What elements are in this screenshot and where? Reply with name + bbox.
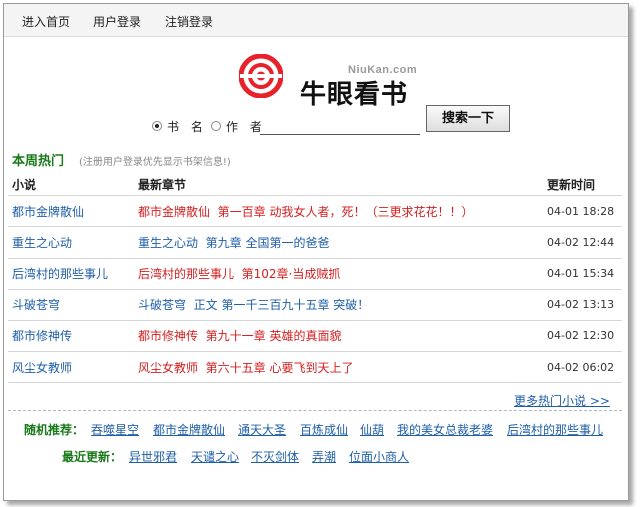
random-item[interactable]: 我的美女总裁老婆: [397, 421, 493, 438]
chapter-link[interactable]: 都市修神传 第九十一章 英雄的真面貌: [138, 327, 341, 344]
row-divider: [8, 258, 622, 259]
update-time: 04-02 06:02: [547, 361, 615, 374]
search-button[interactable]: 搜索一下: [426, 105, 510, 132]
column-header-time: 更新时间: [547, 178, 596, 192]
chapter-link[interactable]: 斗破苍穹 正文 第一千三百九十五章 突破！: [138, 296, 369, 313]
radio-title[interactable]: [152, 121, 162, 131]
row-divider: [8, 351, 622, 352]
chapter-title: 正文 第一千三百九十五章 突破！: [193, 298, 370, 312]
random-item[interactable]: 百炼成仙: [300, 421, 348, 438]
row-divider: [8, 226, 622, 227]
chapter-book: 后湾村的那些事儿: [138, 267, 235, 281]
nav-home-link[interactable]: 进入首页: [22, 13, 70, 30]
row-divider: [8, 289, 622, 290]
novel-link[interactable]: 后湾村的那些事儿: [12, 265, 108, 282]
row-divider: [8, 320, 622, 321]
radio-title-label: 书 名: [167, 120, 207, 134]
chapter-title: 第一百章 动我女人者，死！（三更求花花！！）: [217, 205, 474, 219]
random-item[interactable]: 仙葫: [360, 421, 384, 438]
logo-chinese-text: 牛眼看书: [300, 80, 409, 110]
random-item[interactable]: 都市金牌散仙: [153, 421, 225, 438]
row-divider: [8, 382, 622, 383]
hot-section-note: (注册用户登录优先显示书架信息!): [79, 157, 231, 168]
recent-item[interactable]: 不灭剑体: [251, 448, 299, 465]
logo-icon: [239, 54, 283, 98]
chapter-book: 重生之心动: [138, 236, 199, 250]
nav-login-link[interactable]: 用户登录: [93, 13, 141, 30]
column-header-chapter: 最新章节: [138, 178, 187, 192]
chapter-book: 都市修神传: [138, 329, 199, 343]
novel-link[interactable]: 风尘女教师: [12, 359, 72, 376]
chapter-link[interactable]: 风尘女教师 第六十五章 心要飞到天上了: [138, 359, 353, 376]
chapter-title: 第102章·当成贼抓: [241, 267, 341, 281]
search-input[interactable]: [260, 117, 420, 135]
column-header-novel: 小说: [12, 178, 37, 192]
update-time: 04-02 13:13: [547, 298, 615, 311]
novel-link[interactable]: 都市金牌散仙: [12, 203, 84, 220]
novel-link[interactable]: 重生之心动: [12, 234, 72, 251]
chapter-book: 都市金牌散仙: [138, 205, 211, 219]
random-item[interactable]: 吞噬星空: [91, 421, 139, 438]
chapter-title: 第六十五章 心要飞到天上了: [205, 361, 354, 375]
chapter-book: 风尘女教师: [138, 361, 199, 375]
update-time: 04-01 15:34: [547, 267, 615, 280]
more-hot-novels-link[interactable]: 更多热门小说 >>: [514, 392, 610, 409]
chapter-book: 斗破苍穹: [138, 298, 187, 312]
top-nav: 进入首页 用户登录 注销登录: [4, 4, 628, 37]
chapter-title: 第九章 全国第一的爸爸: [205, 236, 330, 250]
chapter-link[interactable]: 后湾村的那些事儿 第102章·当成贼抓: [138, 265, 340, 282]
random-label: 随机推荐：: [24, 423, 85, 437]
header-divider: [8, 195, 622, 196]
chapter-link[interactable]: 都市金牌散仙 第一百章 动我女人者，死！（三更求花花！！）: [138, 203, 473, 220]
update-time: 04-02 12:44: [547, 236, 615, 249]
random-item[interactable]: 通天大圣: [238, 421, 286, 438]
hot-section-title: 本周热门: [12, 154, 65, 169]
novel-link[interactable]: 都市修神传: [12, 327, 72, 344]
radio-author[interactable]: [211, 121, 221, 131]
recent-item[interactable]: 弄潮: [312, 448, 336, 465]
recent-label: 最近更新：: [62, 450, 123, 464]
update-time: 04-02 12:30: [547, 329, 615, 342]
recent-item[interactable]: 异世邪君: [129, 448, 177, 465]
recent-item[interactable]: 天谴之心: [191, 448, 239, 465]
novel-link[interactable]: 斗破苍穹: [12, 296, 60, 313]
update-time: 04-01 18:28: [547, 205, 615, 218]
section-divider: [8, 410, 622, 411]
page-frame: 进入首页 用户登录 注销登录 NiuKan.com 牛眼看书 书 名 作 者 搜…: [3, 3, 629, 501]
chapter-title: 第九十一章 英雄的真面貌: [205, 329, 342, 343]
nav-logout-link[interactable]: 注销登录: [165, 13, 213, 30]
random-item[interactable]: 后湾村的那些事儿: [507, 421, 603, 438]
chapter-link[interactable]: 重生之心动 第九章 全国第一的爸爸: [138, 234, 329, 251]
recent-item[interactable]: 位面小商人: [349, 448, 409, 465]
